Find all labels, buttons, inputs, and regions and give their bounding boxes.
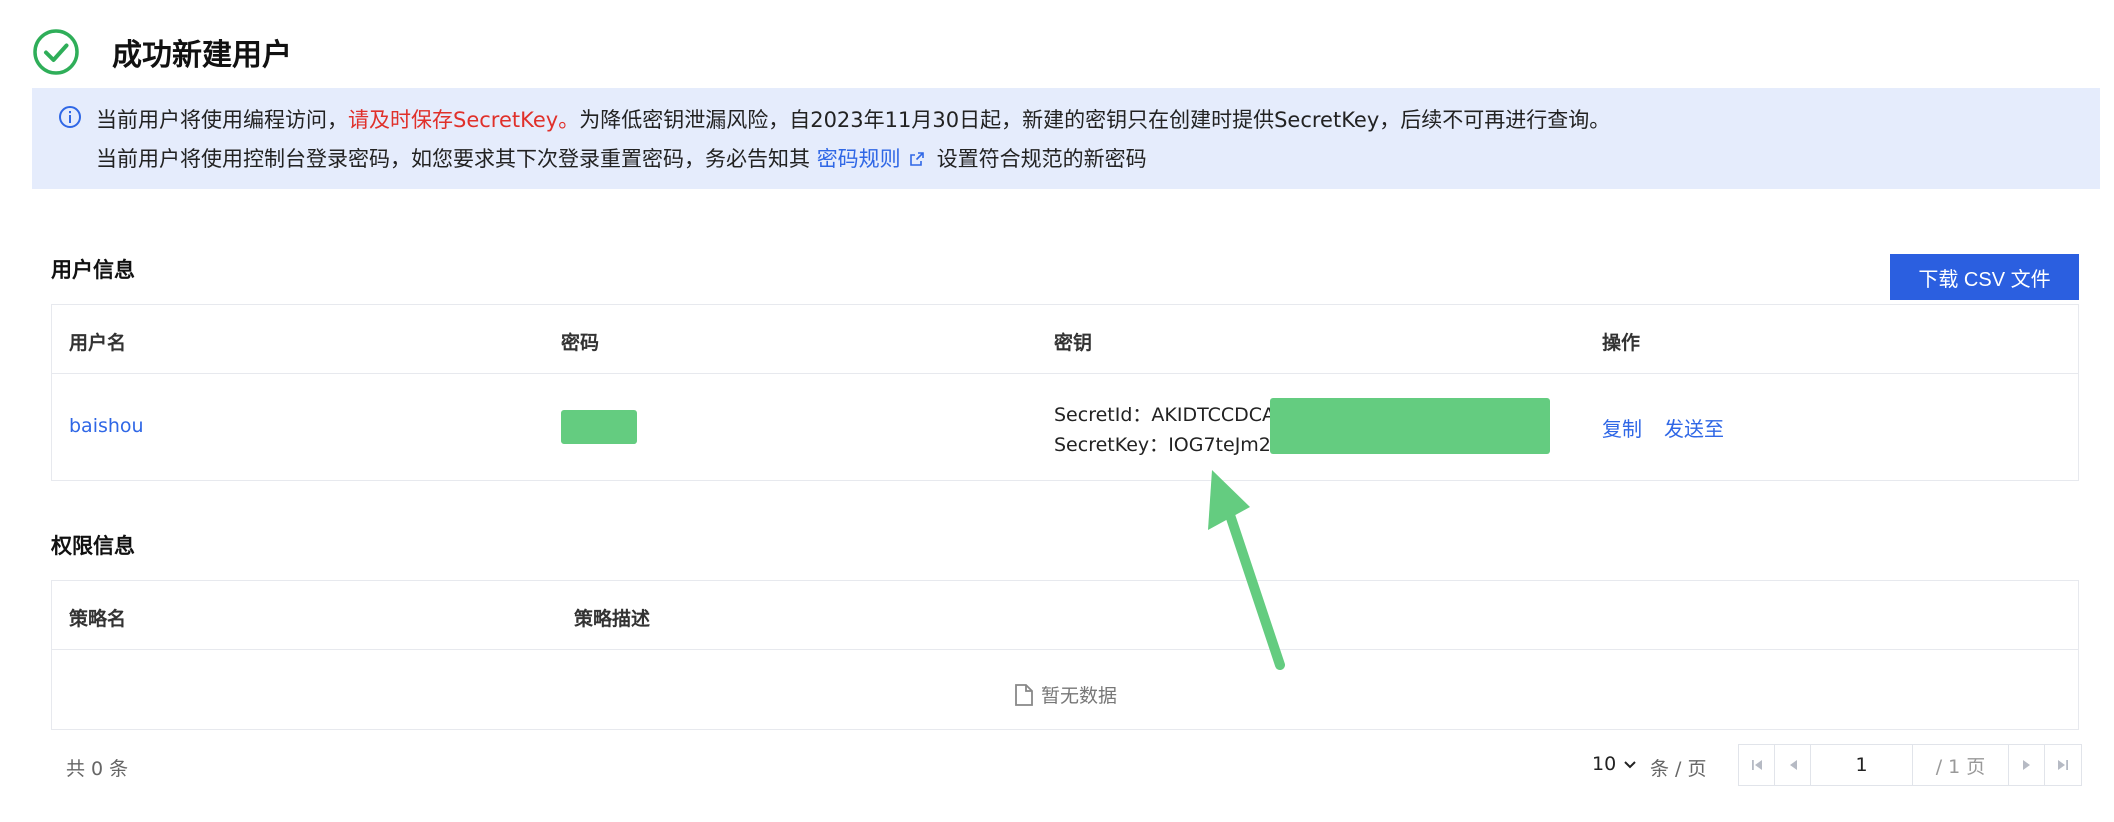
notice-text: 当前用户将使用控制台登录密码，如您要求其下次登录重置密码，务必告知其 (96, 147, 810, 171)
column-header-secret: 密钥 (1054, 332, 1093, 354)
table-header: 策略名 策略描述 (52, 581, 2078, 650)
send-to-button[interactable]: 发送至 (1664, 413, 1724, 442)
secret-key-label: SecretKey： (1054, 434, 1169, 456)
next-page-icon (2022, 760, 2030, 770)
column-header-password: 密码 (561, 332, 600, 354)
per-page-label: 条 / 页 (1650, 758, 1707, 780)
password-rules-link[interactable]: 密码规则 (817, 147, 901, 171)
notice-text: 为降低密钥泄漏风险，自2023年11月30日起，新建的密钥只在创建时提供Secr… (579, 108, 1611, 132)
page-header: 成功新建用户 (32, 28, 292, 76)
secret-key: SecretKey：IOG7teJm26 (1054, 430, 1283, 457)
notice-text: 设置符合规范的新密码 (936, 147, 1147, 171)
chevron-down-icon (1624, 761, 1636, 769)
page-total: / 1 页 (1913, 745, 2009, 785)
table-header: 用户名 密码 密钥 操作 (52, 305, 2078, 374)
secret-id-value: AKIDTCCDCA6 (1151, 404, 1288, 426)
prev-page-icon (1789, 760, 1797, 770)
username-link[interactable]: baishou (69, 415, 144, 437)
last-page-button[interactable] (2045, 745, 2081, 785)
user-info-title: 用户信息 (51, 258, 135, 282)
success-check-icon (33, 29, 79, 75)
first-page-button[interactable] (1739, 745, 1775, 785)
empty-text: 暂无数据 (1040, 685, 1117, 707)
page-size-select[interactable]: 10 (1592, 753, 1638, 775)
download-csv-button[interactable]: 下载 CSV 文件 (1890, 254, 2079, 300)
secret-id-label: SecretId： (1054, 404, 1152, 426)
notice-text: 当前用户将使用编程访问， (96, 108, 348, 132)
copy-button[interactable]: 复制 (1602, 413, 1642, 442)
file-icon (1015, 683, 1033, 706)
first-page-icon (1751, 760, 1762, 770)
notice-warning-text: 请及时保存SecretKey。 (348, 108, 580, 132)
notice-line-1: 当前用户将使用编程访问，请及时保存SecretKey。为降低密钥泄漏风险，自20… (96, 104, 1610, 134)
prev-page-button[interactable] (1775, 745, 1811, 785)
page-title: 成功新建用户 (112, 38, 292, 73)
pagination-controls: / 1 页 (1738, 744, 2082, 786)
column-header-policy-name: 策略名 (69, 608, 127, 630)
column-header-actions: 操作 (1602, 332, 1641, 354)
info-banner: 当前用户将使用编程访问，请及时保存SecretKey。为降低密钥泄漏风险，自20… (32, 88, 2100, 189)
user-info-table: 用户名 密码 密钥 操作 baishou SecretId：AKIDTCCDCA… (51, 304, 2079, 481)
secret-key-value: IOG7teJm26 (1168, 434, 1283, 456)
page-number-input[interactable] (1811, 745, 1913, 785)
external-link-icon[interactable] (909, 151, 925, 167)
column-header-policy-desc: 策略描述 (574, 608, 651, 630)
last-page-icon (2058, 760, 2068, 770)
permission-info-title: 权限信息 (51, 534, 135, 558)
password-redaction (561, 410, 637, 444)
secret-redaction (1270, 398, 1550, 454)
page-size-value: 10 (1592, 753, 1617, 775)
total-count: 共 0 条 (66, 758, 129, 780)
secret-id: SecretId：AKIDTCCDCA6 (1054, 400, 1287, 427)
info-icon (59, 106, 81, 128)
notice-line-2: 当前用户将使用控制台登录密码，如您要求其下次登录重置密码，务必告知其 密码规则 … (96, 143, 1147, 173)
next-page-button[interactable] (2009, 745, 2045, 785)
empty-state: 暂无数据 (52, 681, 2078, 708)
column-header-username: 用户名 (69, 332, 127, 354)
permission-table: 策略名 策略描述 暂无数据 (51, 580, 2079, 730)
